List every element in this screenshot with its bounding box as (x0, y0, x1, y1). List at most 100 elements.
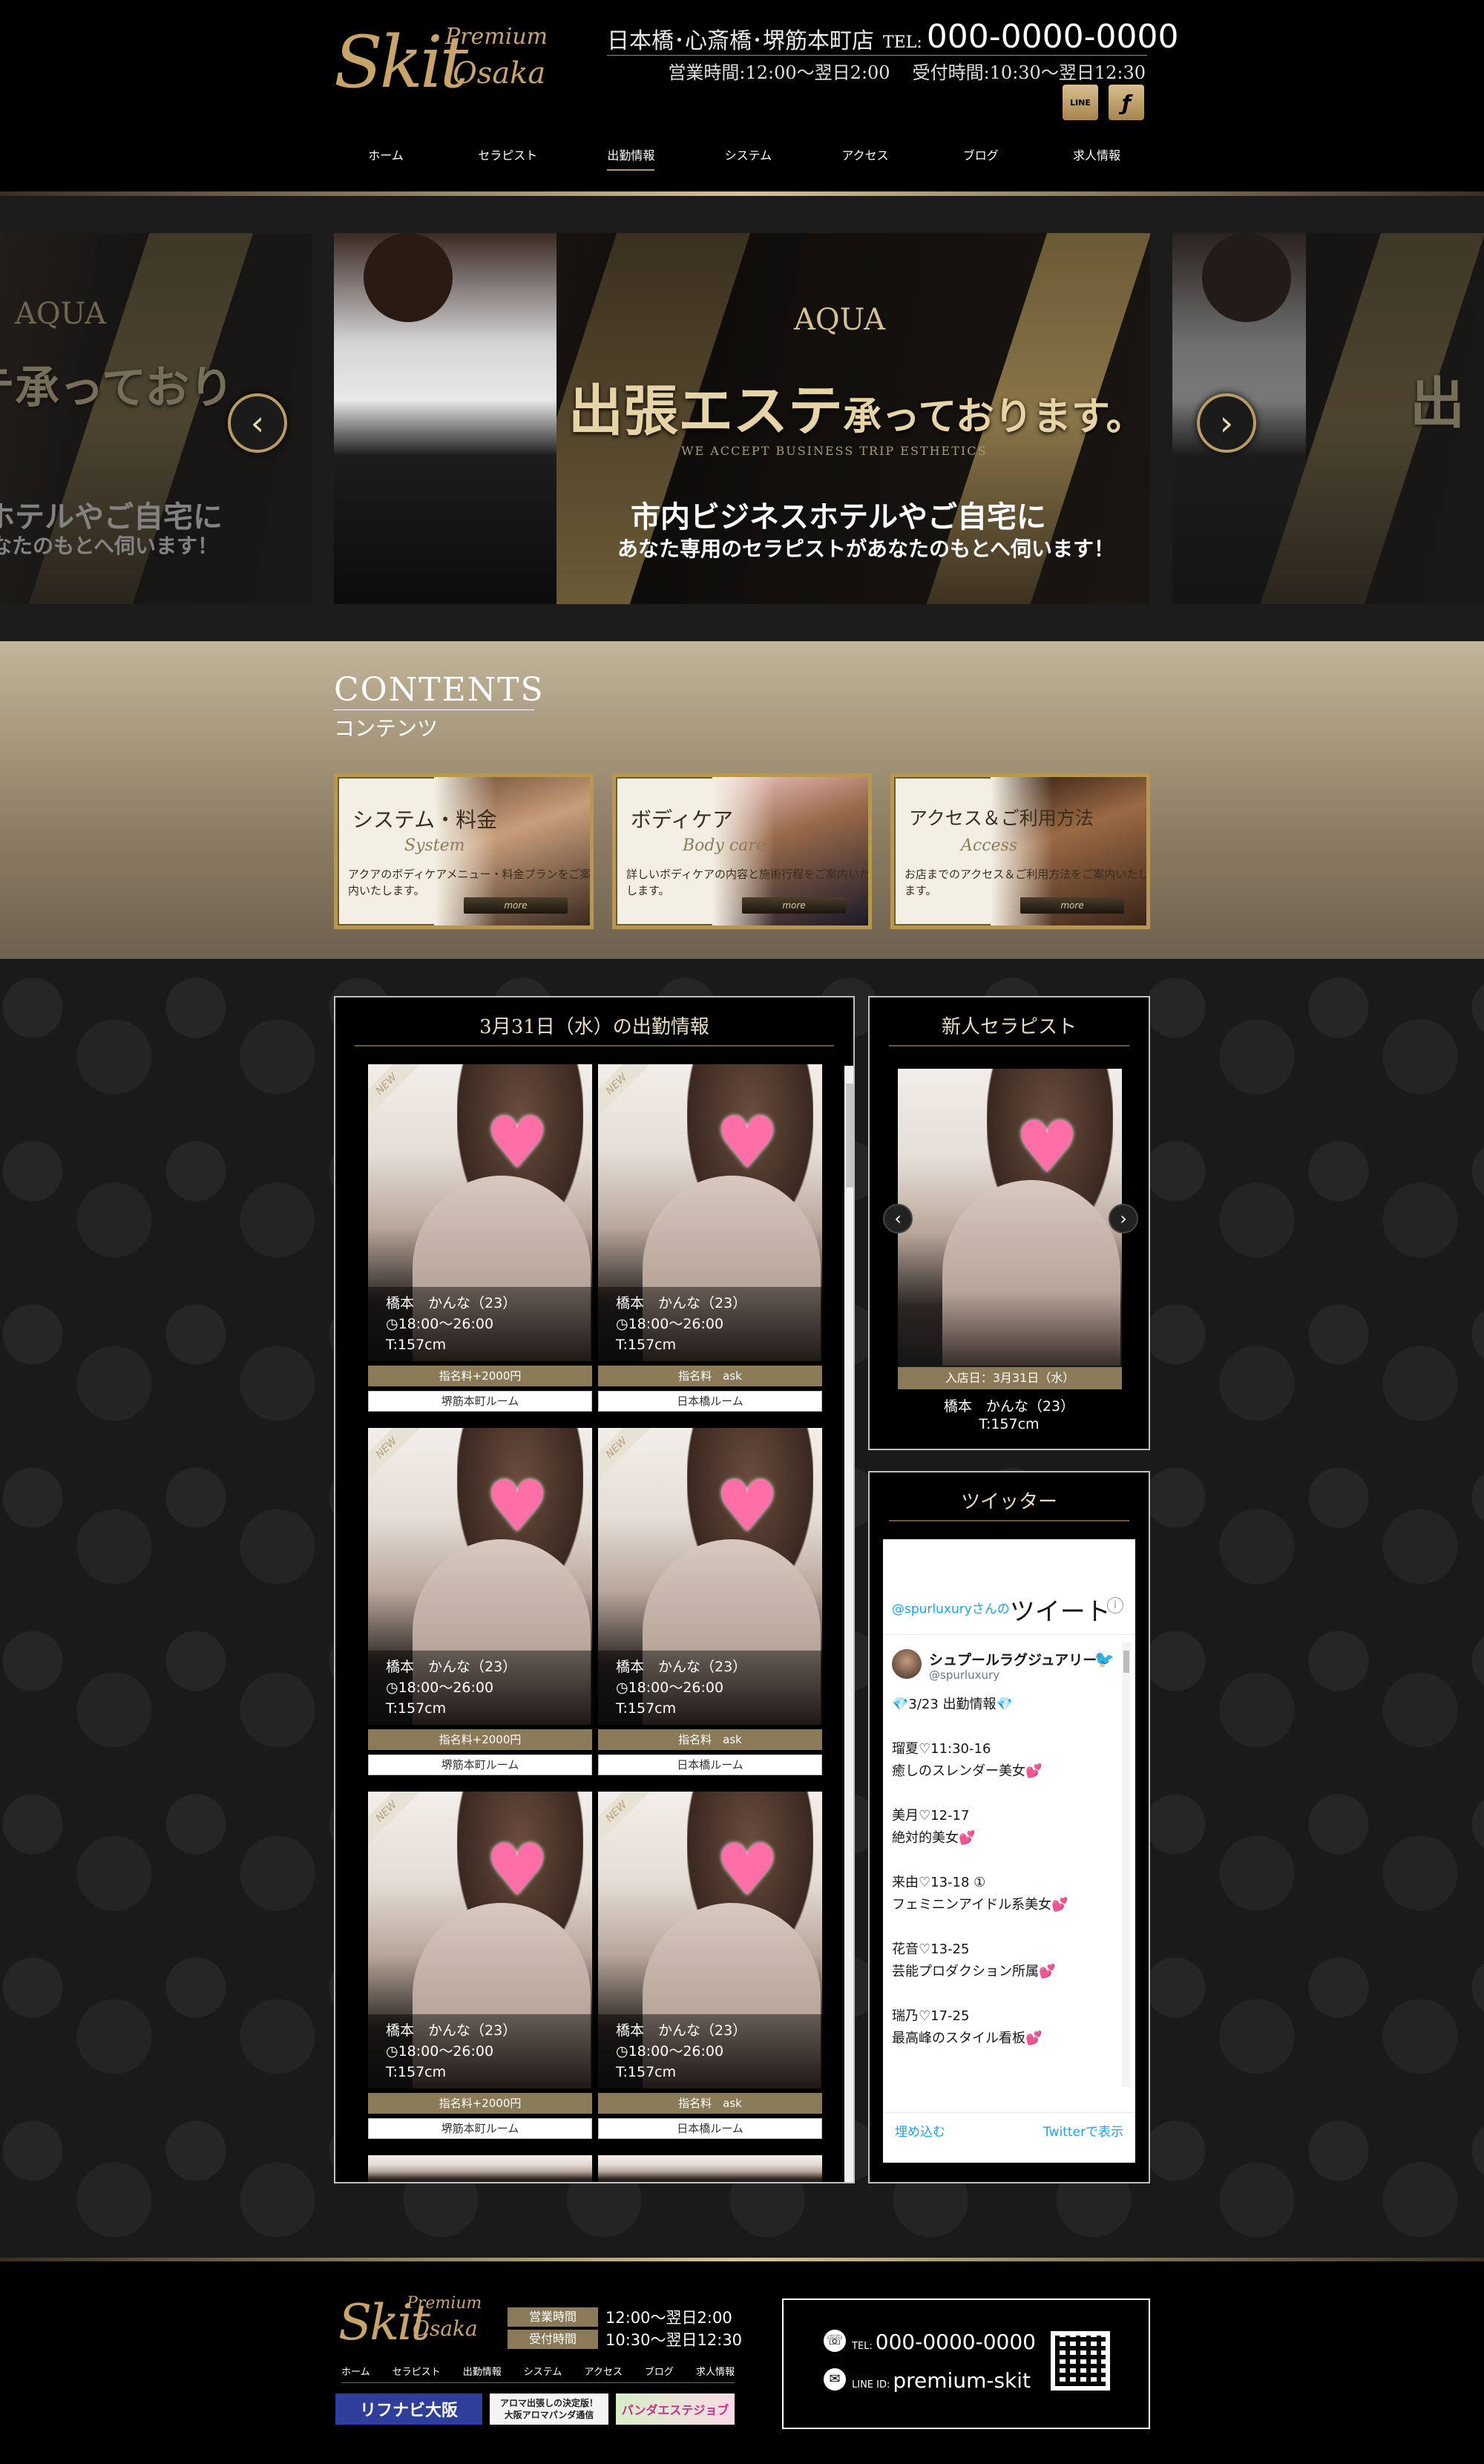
therapist-height: T:157cm (616, 2064, 677, 2080)
footer-nav-therapist[interactable]: セラピスト (393, 2364, 441, 2382)
heart-icon: ♥ (485, 1101, 550, 1185)
footer-nav-access[interactable]: アクセス (584, 2364, 622, 2382)
slider-next-button[interactable]: › (1197, 393, 1256, 453)
content-card-bodycare[interactable]: ボディケア Body care 詳しいボディケアの内容と施術行程をご案内いたしま… (612, 773, 872, 929)
newcomer-title: 新人セラピスト (889, 1012, 1129, 1046)
therapist-info: 橋本 かんな（23） ◷18:00～26:00 T:157cm (368, 2014, 592, 2088)
nav-item-blog[interactable]: ブログ (959, 145, 1003, 171)
therapist-time: 18:00～26:00 (628, 1680, 724, 1696)
therapist-fee: 指名料+2000円 (368, 2093, 592, 2114)
card-subtitle-en: System (404, 836, 465, 855)
info-icon[interactable]: i (1107, 1597, 1123, 1613)
slide-brand: AQUA (794, 303, 886, 337)
nav-item-recruit[interactable]: 求人情報 (1073, 145, 1120, 171)
therapist-time-row: ◷18:00～26:00 (386, 1677, 574, 1698)
card-more-button[interactable]: more (742, 897, 846, 914)
footer-tel[interactable]: TEL: 000-0000-0000 (852, 2330, 1036, 2354)
footer-nav-recruit[interactable]: 求人情報 (696, 2364, 735, 2382)
footer-logo[interactable]: Skit Premium Osaka (338, 2291, 487, 2351)
timeline-header[interactable]: @spurluxuryさんのツイート (892, 1591, 1111, 1628)
avatar[interactable] (892, 1649, 922, 1679)
therapist-fee: 指名料 ask (598, 1366, 822, 1386)
footer-line-id[interactable]: LINE ID: premium-skit (852, 2368, 1031, 2393)
card-more-button[interactable]: more (1020, 897, 1124, 914)
timeline-handle: @spurluxuryさんの (892, 1602, 1010, 1617)
therapist-card[interactable]: ♥ NEW 橋本 かんな（23） ◷18:00～26:00 T:157cm 指名料 a… (598, 1064, 822, 1416)
twitter-timeline[interactable]: @spurluxuryさんのツイート i シュプールラグジュアリー @spurl… (883, 1539, 1135, 2163)
banner-panda-job[interactable]: パンダエステジョブ (616, 2393, 735, 2425)
therapist-room: 日本橋ルーム (598, 1391, 822, 1412)
tweet-user-name[interactable]: シュプールラグジュアリー (929, 1649, 1097, 1669)
logo-premium: Premium (445, 24, 548, 50)
footer-nav-schedule[interactable]: 出勤情報 (463, 2364, 502, 2382)
timeline-scrollbar[interactable] (1122, 1642, 1131, 2087)
twitter-bird-icon[interactable]: 🐦 (1094, 1651, 1114, 1669)
therapist-fee: 指名料+2000円 (368, 1729, 592, 1750)
therapist-card-partial[interactable] (598, 2155, 822, 2182)
therapist-name: 橋本 かんな（23） (616, 1659, 747, 1675)
nav-item-therapist[interactable]: セラピスト (478, 145, 537, 171)
slide-sub-en: WE ACCEPT BUSINESS TRIP ESTHETICS (681, 444, 988, 458)
logo-osaka: Osaka (413, 2316, 478, 2341)
hero-slider: AQUA テ承っており ホテルやご自宅に あなたのもとへ伺います！ AQUA 出… (0, 196, 1484, 641)
card-description: お店までのアクセス＆ご利用方法をご案内いたします。 (904, 868, 1149, 897)
feather-icon: ƒ (1121, 90, 1132, 115)
clock-icon: ◷ (616, 1680, 628, 1696)
therapist-time: 18:00～26:00 (398, 1680, 494, 1696)
slider-prev-button[interactable]: ‹ (228, 393, 287, 453)
embed-link[interactable]: 埋め込む (895, 2121, 945, 2140)
footer-nav-home[interactable]: ホーム (341, 2364, 370, 2382)
line-button[interactable]: LINE (1063, 85, 1098, 120)
clock-icon: ◷ (386, 1316, 398, 1332)
tweet-user-handle[interactable]: @spurluxury (929, 1668, 999, 1682)
nav-item-schedule[interactable]: 出勤情報 (607, 145, 655, 171)
therapist-time: 18:00～26:00 (398, 1316, 494, 1332)
nav-item-home[interactable]: ホーム (364, 145, 408, 171)
therapist-card[interactable]: ♥ NEW 橋本 かんな（23） ◷18:00～26:00 T:157cm 指名料+2… (368, 1792, 592, 2143)
therapist-info: 橋本 かんな（23） ◷18:00～26:00 T:157cm (368, 1287, 592, 1361)
newcomer-prev-button[interactable]: ‹ (883, 1204, 913, 1233)
banner-refnavi[interactable]: リフナビ大阪 (335, 2393, 482, 2425)
slide-current[interactable]: AQUA 出張エステ承っております。 WE ACCEPT BUSINESS TR… (334, 233, 1150, 604)
schedule-scrollbar[interactable] (844, 1066, 853, 2182)
site-logo[interactable]: Skit Premium Osaka (334, 19, 556, 99)
newcomer-photo[interactable]: ♥ (898, 1069, 1122, 1367)
nav-item-access[interactable]: アクセス (841, 145, 888, 171)
headline-small: 承っております。 (843, 394, 1145, 439)
header-hours: 営業時間:12:00～翌日2:00 受付時間:10:30～翌日12:30 (668, 58, 1146, 84)
footer-line-value: premium-skit (893, 2368, 1031, 2393)
view-on-twitter-link[interactable]: Twitterで表示 (1043, 2121, 1123, 2140)
content-card-access[interactable]: アクセス＆ご利用方法 Access お店までのアクセス＆ご利用方法をご案内いたし… (890, 773, 1150, 929)
new-ribbon: NEW (368, 1064, 423, 1121)
nav-item-system[interactable]: システム (725, 145, 772, 171)
therapist-card[interactable]: ♥ NEW 橋本 かんな（23） ◷18:00～26:00 T:157cm 指名料 a… (598, 1428, 822, 1780)
card-more-button[interactable]: more (464, 897, 568, 914)
header-tel[interactable]: TEL: 000-0000-0000 (883, 18, 1178, 56)
therapist-card[interactable]: ♥ NEW 橋本 かんな（23） ◷18:00～26:00 T:157cm 指名料 a… (598, 1792, 822, 2143)
banner-aroma-panda[interactable]: アロマ出張しの決定版！ 大阪アロマパンダ通信 (490, 2393, 608, 2425)
footer-tel-label: TEL: (852, 2341, 873, 2352)
therapist-card[interactable]: ♥ NEW 橋本 かんな（23） ◷18:00～26:00 T:157cm 指名料+2… (368, 1064, 592, 1416)
heart-icon: ♥ (1015, 1106, 1080, 1189)
blog-button[interactable]: ƒ (1109, 85, 1144, 120)
scrollbar-thumb[interactable] (1123, 1651, 1129, 1673)
therapist-name: 橋本 かんな（23） (386, 1295, 517, 1311)
therapist-card-partial[interactable] (368, 2155, 592, 2182)
slide-headline: 出張エステ承っております。 (568, 367, 1145, 446)
heart-icon: ♥ (485, 1465, 550, 1548)
header-divider (607, 55, 1147, 56)
headline-main: 出張エステ (568, 379, 843, 443)
therapist-card[interactable]: ♥ NEW 橋本 かんな（23） ◷18:00～26:00 T:157cm 指名料+2… (368, 1428, 592, 1780)
newcomer-next-button[interactable]: › (1109, 1204, 1138, 1233)
therapist-time: 18:00～26:00 (628, 2043, 724, 2060)
newcomer-name[interactable]: 橋本 かんな（23） (870, 1395, 1149, 1415)
twitter-panel: ツイッター @spurluxuryさんのツイート i シュプールラグジュアリー … (868, 1471, 1150, 2183)
banner2-line1: アロマ出張しの決定版！ (499, 2398, 598, 2408)
footer-nav-system[interactable]: システム (524, 2364, 562, 2382)
card-subtitle-en: Body care (683, 836, 766, 855)
qr-code-image[interactable] (1051, 2331, 1110, 2391)
content-card-system[interactable]: システム・料金 System アクアのボディケアメニュー・料金プランをご案内いた… (334, 773, 594, 929)
footer-nav-blog[interactable]: ブログ (645, 2364, 674, 2382)
scrollbar-thumb[interactable] (846, 1084, 853, 1187)
footer-reception-label: 受付時間 (508, 2330, 598, 2349)
